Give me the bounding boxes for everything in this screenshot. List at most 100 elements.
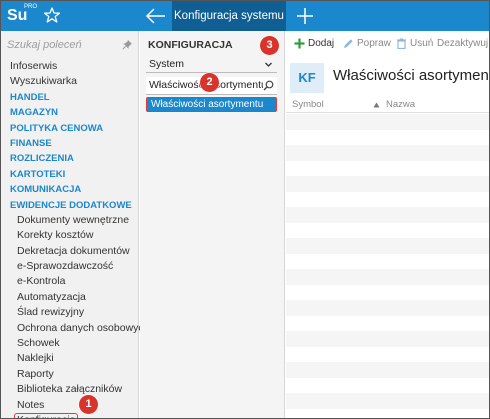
table-row[interactable] bbox=[286, 393, 489, 409]
add-button-label: Dodaj bbox=[308, 38, 335, 49]
sidebar-item-label: Naklejki bbox=[17, 352, 54, 365]
sidebar-subitem[interactable]: e-Kontrola bbox=[1, 274, 139, 289]
app-logo[interactable]: Su PRO bbox=[7, 4, 37, 28]
sidebar-item-label: Wyszukiwarka bbox=[10, 75, 77, 88]
sidebar-item[interactable]: Wyszukiwarka bbox=[1, 74, 139, 89]
system-select[interactable]: System bbox=[146, 57, 277, 73]
sidebar-subitem[interactable]: Dekretacja dokumentów bbox=[1, 244, 139, 259]
content-header: KF Właściwości asortymentu bbox=[286, 59, 490, 93]
sidebar-category[interactable]: KARTOTEKI bbox=[1, 167, 139, 182]
sidebar-item-label: Biblioteka załączników bbox=[17, 383, 123, 396]
sidebar-subitem[interactable]: Raporty bbox=[1, 367, 139, 382]
add-button[interactable]: Dodaj bbox=[294, 37, 334, 50]
table-row[interactable] bbox=[286, 145, 489, 161]
table-row[interactable] bbox=[286, 331, 489, 347]
sidebar-item-label: e-Sprawozdawczość bbox=[17, 260, 114, 273]
table-row[interactable] bbox=[286, 377, 489, 393]
step-badge-1: 1 bbox=[79, 395, 98, 414]
sidebar-item-label: Infoserwis bbox=[10, 60, 58, 72]
sidebar-item-label: FINANSE bbox=[10, 137, 52, 149]
sidebar-subitem[interactable]: Dokumenty wewnętrzne bbox=[1, 213, 139, 228]
sidebar-item-label: Konfiguracja bbox=[14, 412, 79, 418]
grid-rows bbox=[286, 114, 489, 409]
sidebar-item-label: Notes bbox=[17, 398, 45, 411]
search-icon[interactable] bbox=[263, 80, 274, 91]
tab-konfiguracja-systemu[interactable]: Konfiguracja systemu bbox=[172, 1, 286, 31]
tree-item-wlasciwosci-asortymentu[interactable]: Właściwości asortymentu bbox=[146, 97, 277, 112]
sidebar-item-label: POLITYKA CENOWA bbox=[10, 122, 104, 134]
sidebar-subitem[interactable]: Korekty kosztów bbox=[1, 228, 139, 243]
sidebar-subitem[interactable]: Schowek bbox=[1, 336, 139, 351]
sidebar-subitem[interactable]: e-Sprawozdawczość bbox=[1, 259, 139, 274]
sidebar-subitem[interactable]: Naklejki bbox=[1, 351, 139, 366]
table-row[interactable] bbox=[286, 207, 489, 223]
edit-button[interactable]: Popraw bbox=[343, 37, 391, 50]
sidebar-category[interactable]: MAGAZYN bbox=[1, 105, 139, 120]
delete-button[interactable]: Usuń bbox=[396, 37, 433, 50]
sidebar-menu: Infoserwis Wyszukiwarka HANDEL MAGAZYN POLIT… bbox=[1, 59, 150, 418]
table-row[interactable] bbox=[286, 269, 489, 285]
table-row[interactable] bbox=[286, 238, 489, 254]
sidebar-subitem[interactable]: Automatyzacja bbox=[1, 290, 139, 305]
back-arrow-icon[interactable] bbox=[144, 5, 168, 27]
system-select-value: System bbox=[149, 58, 185, 70]
table-row[interactable] bbox=[286, 191, 489, 207]
avatar: KF bbox=[290, 63, 324, 93]
data-grid: Symbol Nazwa bbox=[286, 97, 489, 418]
sidebar-category[interactable]: POLITYKA CENOWA bbox=[1, 121, 139, 136]
column-header-symbol[interactable]: Symbol bbox=[292, 99, 324, 110]
table-row[interactable] bbox=[286, 362, 489, 378]
deactivate-button[interactable]: Dezaktywuj bbox=[437, 37, 488, 50]
sidebar-item-label: EWIDENCJE DODATKOWE bbox=[10, 199, 132, 211]
sidebar-subitem-selected[interactable]: Konfiguracja bbox=[1, 412, 139, 418]
sidebar-subitem[interactable]: Notes bbox=[1, 398, 139, 413]
table-row[interactable] bbox=[286, 160, 489, 176]
sidebar-category[interactable]: FINANSE bbox=[1, 136, 139, 151]
sidebar-category[interactable]: HANDEL bbox=[1, 90, 139, 105]
sidebar-item-label: KARTOTEKI bbox=[10, 168, 66, 180]
table-row[interactable] bbox=[286, 222, 489, 238]
table-row[interactable] bbox=[286, 114, 489, 130]
star-icon[interactable] bbox=[43, 6, 61, 24]
edit-button-label: Popraw bbox=[357, 38, 391, 49]
sidebar-item-label: Raporty bbox=[17, 367, 54, 380]
sidebar-subitem[interactable]: Ślad rewizyjny bbox=[1, 305, 139, 320]
table-row[interactable] bbox=[286, 176, 489, 192]
pencil-icon bbox=[344, 39, 353, 48]
sidebar-category[interactable]: EWIDENCJE DODATKOWE bbox=[1, 198, 139, 213]
table-row[interactable] bbox=[286, 346, 489, 362]
step-badge-2: 2 bbox=[200, 73, 219, 92]
sidebar-item-label: KOMUNIKACJA bbox=[10, 184, 82, 196]
sidebar-subitem[interactable]: Biblioteka załączników bbox=[1, 382, 139, 397]
sidebar-category[interactable]: ROZLICZENIA bbox=[1, 151, 139, 166]
sidebar-search bbox=[1, 31, 139, 59]
delete-button-label: Usuń bbox=[410, 38, 434, 49]
sidebar-item[interactable]: Infoserwis bbox=[1, 59, 139, 74]
config-panel-title: KONFIGURACJA bbox=[148, 39, 233, 51]
sidebar-category[interactable]: KOMUNIKACJA bbox=[1, 182, 139, 197]
column-header-nazwa[interactable]: Nazwa bbox=[386, 99, 415, 110]
plus-icon bbox=[294, 38, 305, 49]
sidebar-subitem[interactable]: Ochrona danych osobowych bbox=[1, 321, 150, 336]
sidebar-item-label: Ochrona danych osobowych bbox=[17, 321, 150, 334]
sidebar: Infoserwis Wyszukiwarka HANDEL MAGAZYN POLIT… bbox=[1, 31, 150, 418]
sidebar-search-input[interactable] bbox=[7, 37, 117, 53]
pin-icon[interactable] bbox=[122, 39, 133, 50]
table-row[interactable] bbox=[286, 129, 489, 145]
sidebar-item-label: Automatyzacja bbox=[17, 290, 86, 303]
new-tab-plus-icon[interactable] bbox=[295, 6, 315, 26]
sidebar-item-label: Ślad rewizyjny bbox=[17, 306, 85, 319]
deactivate-button-label: Dezaktywuj bbox=[437, 38, 489, 49]
sort-ascending-icon[interactable] bbox=[373, 102, 380, 108]
table-row[interactable] bbox=[286, 315, 489, 331]
sidebar-item-label: Korekty kosztów bbox=[17, 229, 94, 242]
sidebar-item-label: e-Kontrola bbox=[17, 275, 66, 288]
table-row[interactable] bbox=[286, 253, 489, 269]
logo-sup: PRO bbox=[24, 4, 38, 10]
page-title: Właściwości asortymentu bbox=[333, 67, 490, 84]
toolbar: Dodaj Popraw Usuń Dezaktywuj bbox=[286, 31, 489, 55]
sidebar-item-label: Dekretacja dokumentów bbox=[17, 244, 130, 257]
table-row[interactable] bbox=[286, 300, 489, 316]
sidebar-item-label: MAGAZYN bbox=[10, 107, 59, 119]
table-row[interactable] bbox=[286, 284, 489, 300]
